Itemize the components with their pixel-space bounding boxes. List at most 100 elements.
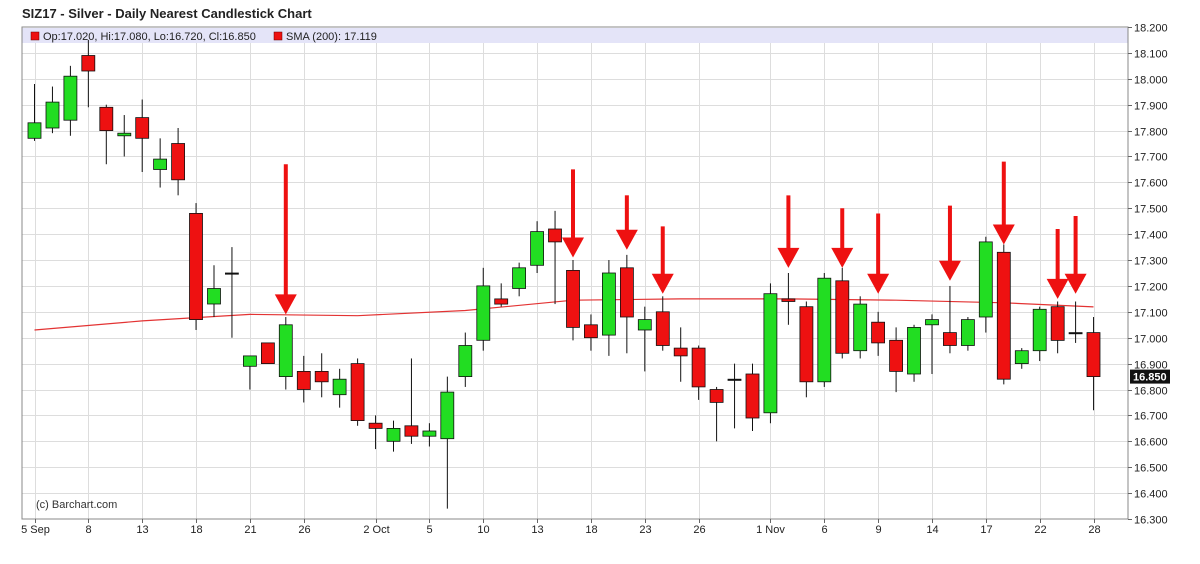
x-tick-label: 1 Nov — [756, 524, 785, 536]
candle-body — [368, 422, 383, 429]
y-tick-label: 17.300 — [1134, 256, 1168, 268]
candle-body — [153, 158, 168, 170]
x-tick-label: 22 — [1034, 524, 1046, 536]
x-tick-label: 14 — [926, 524, 938, 536]
chart-title: SIZ17 - Silver - Daily Nearest Candlesti… — [22, 6, 312, 21]
candle — [907, 324, 921, 382]
x-tick-label: 5 Sep — [21, 524, 50, 536]
candle-body — [512, 267, 526, 289]
legend-ohlc-text: Op:17.020, Hi:17.080, Lo:16.720, Cl:16.8… — [43, 31, 256, 43]
x-tick-label: 5 — [426, 524, 432, 536]
x-tick-label: 13 — [136, 524, 148, 536]
y-tick-label: 16.500 — [1134, 463, 1168, 475]
candle — [189, 203, 203, 330]
candle-body — [673, 347, 688, 357]
x-tick-label: 26 — [693, 524, 705, 536]
candle — [260, 342, 275, 364]
candle-body — [386, 427, 401, 442]
candle-body — [117, 132, 132, 137]
legend-sma-text: SMA (200): 17.119 — [286, 31, 377, 43]
candle-body — [548, 228, 562, 243]
x-tick-label: 23 — [639, 524, 651, 536]
x-tick-label: 18 — [190, 524, 202, 536]
y-tick-label: 16.300 — [1134, 515, 1168, 527]
candle-body — [602, 272, 616, 336]
candle-body — [655, 311, 670, 346]
candle-body — [745, 373, 760, 419]
candle-body — [853, 303, 868, 352]
y-tick-label: 17.900 — [1134, 101, 1168, 113]
x-tick-label: 9 — [875, 524, 881, 536]
last-price-label: 16.850 — [1133, 372, 1167, 384]
candle-body — [1014, 350, 1029, 365]
candle-body — [566, 269, 580, 328]
candle-body — [781, 298, 796, 302]
x-tick-label: 13 — [531, 524, 543, 536]
candle — [835, 267, 850, 359]
y-tick-label: 18.200 — [1134, 23, 1168, 35]
candle-body — [691, 347, 706, 388]
y-tick-label: 17.400 — [1134, 230, 1168, 242]
x-axis: 5 Sep 8 13 18 21 26 2 Oct 5 10 13 18 23 26 1 Nov 6 9 14 1… — [21, 519, 1101, 536]
candle-body — [404, 425, 419, 437]
copyright-text: (c) Barchart.com — [36, 499, 117, 511]
x-tick-label: 28 — [1088, 524, 1100, 536]
candle-body — [907, 326, 921, 375]
candle-body — [422, 430, 437, 437]
legend-ohlc: Op:17.020, Hi:17.080, Lo:16.720, Cl:16.8… — [30, 31, 256, 43]
y-tick-label: 16.600 — [1134, 437, 1168, 449]
x-tick-label: 2 Oct — [363, 524, 389, 536]
candle-body — [530, 231, 544, 266]
y-tick-label: 17.200 — [1134, 282, 1168, 294]
candle-body — [1086, 332, 1101, 378]
candle-body — [763, 293, 778, 414]
candle-body — [260, 342, 275, 364]
candle-body — [1032, 308, 1047, 352]
candle-body — [27, 122, 42, 139]
candle-body — [835, 280, 850, 354]
candle-body — [63, 75, 78, 121]
y-tick-label: 18.000 — [1134, 75, 1168, 87]
candle-body — [1068, 332, 1083, 335]
candle-body — [207, 288, 221, 305]
candle-body — [925, 319, 939, 326]
y-tick-label: 16.800 — [1134, 386, 1168, 398]
legend-ohlc-swatch — [30, 31, 40, 41]
y-tick-label: 18.100 — [1134, 49, 1168, 61]
candle-body — [171, 143, 186, 181]
candle-body — [943, 332, 957, 346]
candle-body — [99, 106, 114, 132]
candle-body — [224, 272, 239, 275]
candle-body — [81, 55, 96, 72]
candle-body — [727, 378, 742, 381]
candle — [350, 358, 365, 426]
candle-body — [620, 267, 634, 318]
candle-body — [889, 339, 903, 372]
candle-body — [1050, 306, 1065, 341]
legend-sma-swatch — [273, 31, 283, 41]
candle-body — [135, 117, 150, 139]
x-tick-label: 17 — [980, 524, 992, 536]
candle-body — [709, 389, 724, 403]
x-tick-label: 10 — [477, 524, 489, 536]
x-tick-label: 18 — [585, 524, 597, 536]
candlestick-chart: Op:17.020, Hi:17.080, Lo:16.720, Cl:16.8… — [21, 23, 1170, 536]
candle-body — [242, 355, 257, 367]
candle-body — [978, 241, 993, 318]
x-tick-label: 21 — [244, 524, 256, 536]
y-tick-label: 16.400 — [1134, 489, 1168, 501]
y-tick-label: 17.500 — [1134, 204, 1168, 216]
candle-body — [332, 378, 347, 396]
y-axis: 16.30016.40016.50016.60016.70016.80016.9… — [1128, 23, 1168, 527]
x-tick-label: 8 — [85, 524, 91, 536]
candle-body — [314, 370, 329, 383]
candle-body — [799, 306, 814, 383]
y-tick-label: 17.000 — [1134, 334, 1168, 346]
candle — [817, 273, 832, 387]
candle-body — [440, 391, 455, 440]
candle-body — [637, 319, 652, 331]
candle-body — [817, 277, 832, 383]
candle-body — [961, 319, 975, 346]
y-tick-label: 16.700 — [1134, 411, 1168, 423]
x-tick-label: 6 — [821, 524, 827, 536]
